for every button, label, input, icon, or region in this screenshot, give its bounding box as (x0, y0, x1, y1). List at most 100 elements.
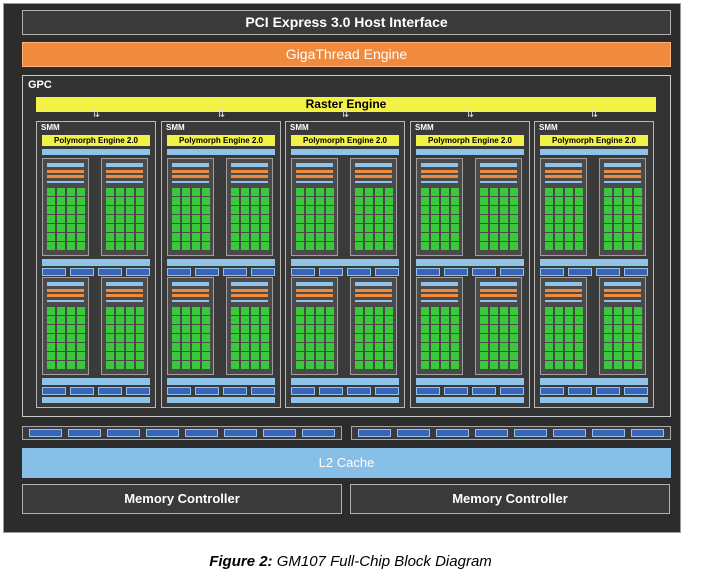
polymorph-engine: Polymorph Engine 2.0 (42, 135, 150, 146)
cuda-core (106, 334, 114, 342)
register-file-bar (172, 181, 209, 183)
cuda-core (375, 206, 383, 214)
cuda-core (451, 242, 459, 250)
cuda-core (326, 233, 334, 241)
cuda-core (57, 325, 65, 333)
cuda-core (57, 206, 65, 214)
cuda-core (624, 325, 632, 333)
cuda-core (545, 307, 553, 315)
warp-scheduler-bar (545, 289, 582, 292)
cuda-core (136, 343, 144, 351)
cuda-core (182, 316, 190, 324)
dispatch-bar (421, 175, 458, 178)
smm-label: SMM (415, 123, 434, 132)
buffer-bar (480, 282, 517, 286)
cuda-core (624, 224, 632, 232)
cuda-core (510, 316, 518, 324)
smm-block: SMM Polymorph Engine 2.0 (534, 121, 654, 408)
cuda-core (182, 197, 190, 205)
cuda-core (604, 224, 612, 232)
cuda-core (355, 325, 363, 333)
cuda-core (365, 316, 373, 324)
cuda-core (192, 352, 200, 360)
cuda-core (306, 316, 314, 324)
tex-unit (347, 268, 371, 276)
cuda-core (231, 325, 239, 333)
cuda-core (451, 316, 459, 324)
cuda-core (355, 206, 363, 214)
core-panel (167, 158, 214, 256)
cuda-core (202, 188, 210, 196)
cuda-core (136, 361, 144, 369)
core-panel (540, 158, 587, 256)
register-file-bar (231, 300, 268, 302)
cuda-core (116, 316, 124, 324)
cuda-core (555, 233, 563, 241)
cuda-core (500, 343, 508, 351)
core-panel (291, 277, 338, 375)
cuda-core (385, 224, 393, 232)
cuda-core (490, 197, 498, 205)
cuda-core (555, 352, 563, 360)
cuda-core (604, 206, 612, 214)
cuda-core (431, 307, 439, 315)
cuda-core (172, 352, 180, 360)
cuda-core (385, 343, 393, 351)
cuda-core (126, 352, 134, 360)
cuda-core (326, 334, 334, 342)
cuda-core (355, 188, 363, 196)
warp-scheduler-bar (231, 170, 268, 173)
warp-scheduler-bar (480, 170, 517, 173)
cuda-core (614, 188, 622, 196)
texture-cache-bar (42, 259, 150, 266)
cuda-core (192, 307, 200, 315)
cuda-core (355, 307, 363, 315)
cuda-core (375, 343, 383, 351)
cuda-core (634, 197, 642, 205)
cuda-core (126, 343, 134, 351)
cuda-core (634, 307, 642, 315)
tex-unit (223, 268, 247, 276)
warp-scheduler-bar (106, 170, 143, 173)
cuda-core (500, 224, 508, 232)
cuda-core (192, 215, 200, 223)
cuda-core (192, 206, 200, 214)
core-panel (226, 277, 273, 375)
cuda-core (490, 343, 498, 351)
cuda-core (57, 352, 65, 360)
cuda-core (106, 188, 114, 196)
cuda-core (421, 325, 429, 333)
cuda-core (510, 343, 518, 351)
cuda-core (421, 242, 429, 250)
tex-unit (126, 387, 150, 395)
register-file-bar (355, 181, 392, 183)
cuda-core (510, 352, 518, 360)
tex-unit (500, 387, 524, 395)
cuda-core (202, 206, 210, 214)
cuda-core (77, 361, 85, 369)
cuda-core (575, 224, 583, 232)
buffer-bar (545, 282, 582, 286)
cuda-core (555, 316, 563, 324)
cuda-core (306, 242, 314, 250)
cuda-core (202, 224, 210, 232)
cuda-core (116, 233, 124, 241)
cuda-core (296, 352, 304, 360)
smm-label: SMM (539, 123, 558, 132)
cuda-core (296, 233, 304, 241)
cuda-core (441, 224, 449, 232)
register-file-bar (47, 300, 84, 302)
cuda-core (67, 242, 75, 250)
texture-cache-bar (291, 259, 399, 266)
buffer-bar (604, 282, 641, 286)
cuda-core (565, 334, 573, 342)
cuda-core (261, 307, 269, 315)
cuda-core (306, 206, 314, 214)
cuda-core (555, 242, 563, 250)
cuda-core-grid (421, 188, 459, 252)
tex-unit (472, 268, 496, 276)
cuda-core (77, 325, 85, 333)
cuda-core (182, 307, 190, 315)
cuda-core (192, 197, 200, 205)
tex-unit-row (540, 268, 648, 276)
